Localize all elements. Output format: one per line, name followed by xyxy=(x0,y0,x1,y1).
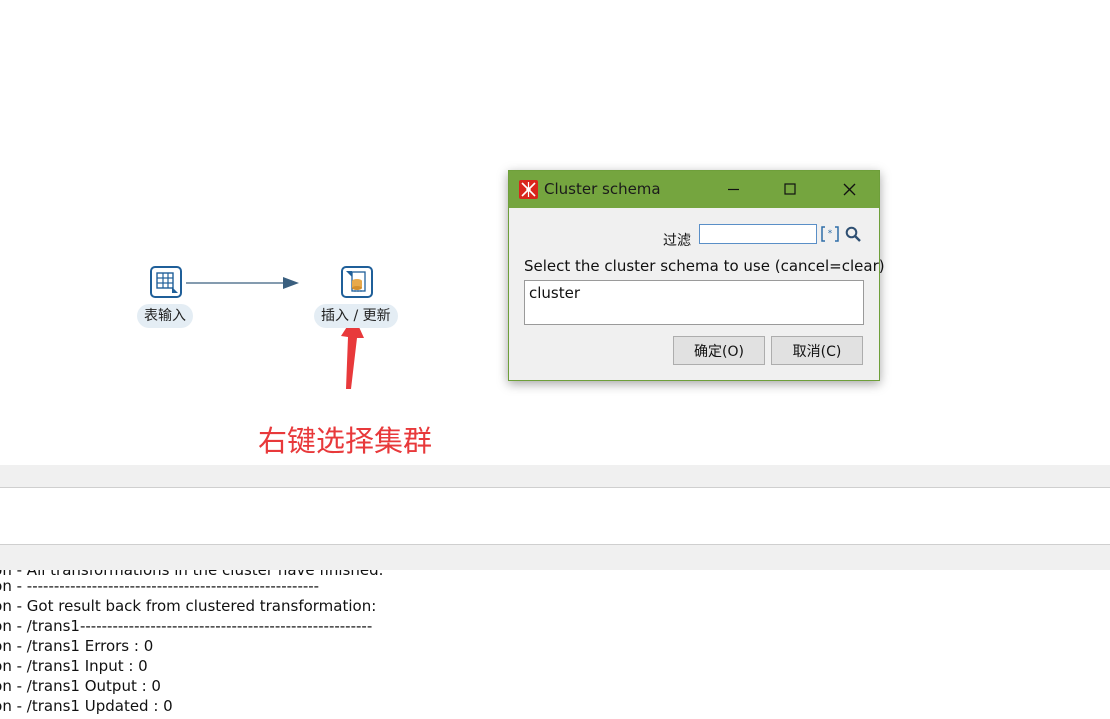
annotation-text: 右键选择集群 xyxy=(258,424,433,458)
log-text-area[interactable]: oon - All transformations in the cluster… xyxy=(0,570,1110,719)
cancel-button[interactable]: 取消(C) xyxy=(771,336,863,365)
log-toolbar xyxy=(0,544,1110,571)
hop-arrowhead xyxy=(283,277,299,289)
log-line: oon - /trans1---------------------------… xyxy=(0,617,373,635)
cluster-schema-dialog: Cluster schema 过滤 * Select the cluster s… xyxy=(508,170,885,381)
step-label-insert-update[interactable]: 插入 / 更新 xyxy=(314,304,398,328)
filter-label: 过滤 xyxy=(663,233,691,249)
insert-update-icon[interactable] xyxy=(341,266,373,298)
cluster-schema-list[interactable]: cluster xyxy=(524,280,864,325)
log-line: oon - /trans1 Output : 0 xyxy=(0,677,161,695)
log-line: oon - /trans1 Input : 0 xyxy=(0,657,148,675)
results-toolbar xyxy=(0,465,1110,487)
log-line: oon - ----------------------------------… xyxy=(0,577,320,595)
log-line: oon - /trans1 Updated : 0 xyxy=(0,697,173,715)
close-button[interactable] xyxy=(826,171,872,208)
svg-text:*: * xyxy=(828,229,833,239)
log-line: oon - /trans1 Errors : 0 xyxy=(0,637,154,655)
log-line: oon - Got result back from clustered tra… xyxy=(0,597,377,615)
dialog-titlebar[interactable]: Cluster schema xyxy=(509,171,879,208)
app-icon xyxy=(519,180,538,199)
filter-input[interactable] xyxy=(699,224,817,244)
results-blank-row xyxy=(0,522,1110,544)
results-tabs-area xyxy=(0,487,1110,523)
maximize-button[interactable] xyxy=(767,171,813,208)
table-input-icon[interactable] xyxy=(150,266,182,298)
regex-icon[interactable]: * xyxy=(821,226,839,246)
search-icon[interactable] xyxy=(845,226,862,247)
ok-button[interactable]: 确定(O) xyxy=(673,336,765,365)
dialog-title: Cluster schema xyxy=(544,180,661,198)
minimize-button[interactable] xyxy=(710,171,756,208)
list-item[interactable]: cluster xyxy=(529,284,580,302)
prompt-text: Select the cluster schema to use (cancel… xyxy=(524,257,885,275)
step-label-table-input[interactable]: 表输入 xyxy=(137,304,193,328)
